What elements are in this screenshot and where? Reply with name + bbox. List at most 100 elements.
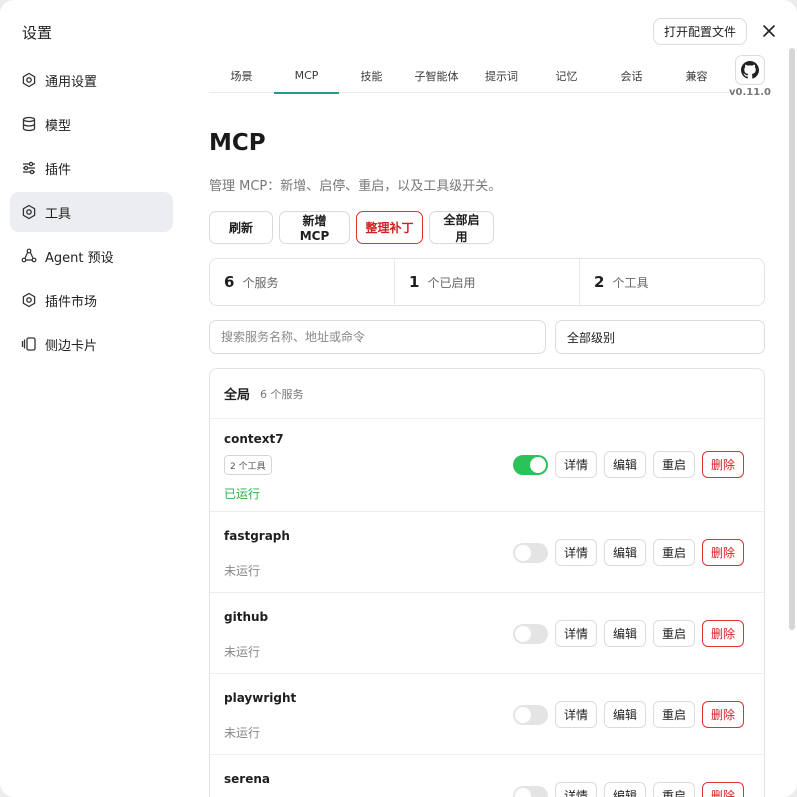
scrollbar[interactable] <box>789 48 795 630</box>
service-group-global: 全局 6 个服务 context7 2 个工具 已运行 详情 编辑 重启 删除 … <box>209 368 765 797</box>
service-name: fastgraph <box>224 529 290 543</box>
patch-button[interactable]: 整理补丁 <box>356 211 423 244</box>
enable-all-button[interactable]: 全部启用 <box>429 211 494 244</box>
restart-button[interactable]: 重启 <box>653 782 696 797</box>
cards-icon <box>21 336 37 352</box>
gear-icon <box>21 292 37 308</box>
tab-scenes[interactable]: 场景 <box>209 58 274 93</box>
sidebar-item-plugins[interactable]: 插件 <box>10 148 173 188</box>
service-name: serena <box>224 772 270 786</box>
delete-button[interactable]: 删除 <box>702 782 745 797</box>
stat-services: 6 个服务 <box>210 259 395 305</box>
service-controls: 详情 编辑 重启 删除 <box>513 620 745 647</box>
group-header: 全局 6 个服务 <box>210 369 764 419</box>
delete-button[interactable]: 删除 <box>702 701 745 728</box>
sidebar-item-models[interactable]: 模型 <box>10 104 173 144</box>
service-row: fastgraph 未运行 详情 编辑 重启 删除 <box>210 512 764 593</box>
sidebar-item-label: 插件 <box>45 162 72 178</box>
service-controls: 详情 编辑 重启 删除 <box>513 451 745 478</box>
detail-button[interactable]: 详情 <box>555 539 598 566</box>
restart-button[interactable]: 重启 <box>653 620 696 647</box>
restart-button[interactable]: 重启 <box>653 701 696 728</box>
sidebar-item-label: 模型 <box>45 118 72 134</box>
sidebar-item-side-cards[interactable]: 侧边卡片 <box>10 324 173 364</box>
delete-button[interactable]: 删除 <box>702 539 745 566</box>
sidebar-item-general[interactable]: 通用设置 <box>10 60 173 100</box>
sidebar-item-label: 插件市场 <box>45 294 98 310</box>
detail-button[interactable]: 详情 <box>555 782 598 797</box>
close-icon <box>763 25 775 37</box>
gear-icon <box>21 204 37 220</box>
gear-icon <box>21 72 37 88</box>
window-title: 设置 <box>22 24 53 42</box>
service-status: 已运行 <box>224 487 261 501</box>
search-input[interactable] <box>209 320 546 354</box>
detail-button[interactable]: 详情 <box>555 701 598 728</box>
sidebar-item-label: Agent 预设 <box>45 250 114 266</box>
open-config-button[interactable]: 打开配置文件 <box>653 18 747 45</box>
service-row: playwright 未运行 详情 编辑 重启 删除 <box>210 674 764 755</box>
edit-button[interactable]: 编辑 <box>604 782 647 797</box>
tools-badge: 2 个工具 <box>224 455 272 475</box>
github-button[interactable] <box>735 55 765 85</box>
stat-enabled: 1 个已启用 <box>395 259 580 305</box>
service-controls: 详情 编辑 重启 删除 <box>513 539 745 566</box>
service-row: serena 详情 编辑 重启 删除 <box>210 755 764 797</box>
stats-panel: 6 个服务 1 个已启用 2 个工具 <box>209 258 765 306</box>
restart-button[interactable]: 重启 <box>653 539 696 566</box>
service-status: 未运行 <box>224 564 261 578</box>
tab-compat[interactable]: 兼容 <box>664 58 729 93</box>
database-icon <box>21 116 37 132</box>
tab-bar: 场景 MCP 技能 子智能体 提示词 记忆 会话 兼容 <box>209 58 729 94</box>
group-count: 6 个服务 <box>260 387 304 401</box>
enable-toggle[interactable] <box>513 623 548 644</box>
sidebar-item-plugin-market[interactable]: 插件市场 <box>10 280 173 320</box>
tab-skills[interactable]: 技能 <box>339 58 404 93</box>
detail-button[interactable]: 详情 <box>555 451 598 478</box>
service-status: 未运行 <box>224 726 261 740</box>
version-label: v0.11.0 <box>729 87 771 98</box>
refresh-button[interactable]: 刷新 <box>209 211 273 244</box>
delete-button[interactable]: 删除 <box>702 620 745 647</box>
edit-button[interactable]: 编辑 <box>604 451 647 478</box>
group-title: 全局 <box>224 388 251 403</box>
service-name: github <box>224 610 269 624</box>
tab-sessions[interactable]: 会话 <box>599 58 664 93</box>
enable-toggle[interactable] <box>513 785 548 797</box>
service-name: playwright <box>224 691 297 705</box>
enable-toggle[interactable] <box>513 542 548 563</box>
service-controls: 详情 编辑 重启 删除 <box>513 701 745 728</box>
sidebar-item-agent-presets[interactable]: Agent 预设 <box>10 236 173 276</box>
service-controls: 详情 编辑 重启 删除 <box>513 782 745 797</box>
edit-button[interactable]: 编辑 <box>604 539 647 566</box>
sidebar-item-label: 侧边卡片 <box>45 338 98 354</box>
tab-memory[interactable]: 记忆 <box>534 58 599 93</box>
service-row: context7 2 个工具 已运行 详情 编辑 重启 删除 <box>210 419 764 512</box>
detail-button[interactable]: 详情 <box>555 620 598 647</box>
edit-button[interactable]: 编辑 <box>604 620 647 647</box>
enable-toggle[interactable] <box>513 454 548 475</box>
settings-window: 设置 打开配置文件 通用设置 模型 插件 工具 Agent 预设 插件市场 侧边… <box>0 0 797 797</box>
agent-icon <box>21 248 37 264</box>
sidebar: 通用设置 模型 插件 工具 Agent 预设 插件市场 侧边卡片 <box>10 60 173 368</box>
level-select[interactable]: 全部级别 <box>555 320 765 354</box>
tab-prompts[interactable]: 提示词 <box>469 58 534 93</box>
delete-button[interactable]: 删除 <box>702 451 745 478</box>
service-row: github 未运行 详情 编辑 重启 删除 <box>210 593 764 674</box>
sidebar-item-label: 通用设置 <box>45 74 98 90</box>
github-icon <box>741 61 759 79</box>
add-mcp-button[interactable]: 新增 MCP <box>279 211 350 244</box>
action-bar: 刷新 新增 MCP 整理补丁 全部启用 <box>209 211 494 244</box>
edit-button[interactable]: 编辑 <box>604 701 647 728</box>
close-button[interactable] <box>759 21 779 41</box>
restart-button[interactable]: 重启 <box>653 451 696 478</box>
sidebar-item-tools[interactable]: 工具 <box>10 192 173 232</box>
tab-mcp[interactable]: MCP <box>274 58 339 94</box>
stat-tools: 2 个工具 <box>594 273 649 291</box>
service-name: context7 <box>224 432 284 446</box>
sidebar-item-label: 工具 <box>45 206 72 222</box>
tab-subagents[interactable]: 子智能体 <box>404 58 469 93</box>
enable-toggle[interactable] <box>513 704 548 725</box>
sliders-icon <box>21 160 37 176</box>
service-status: 未运行 <box>224 645 261 659</box>
